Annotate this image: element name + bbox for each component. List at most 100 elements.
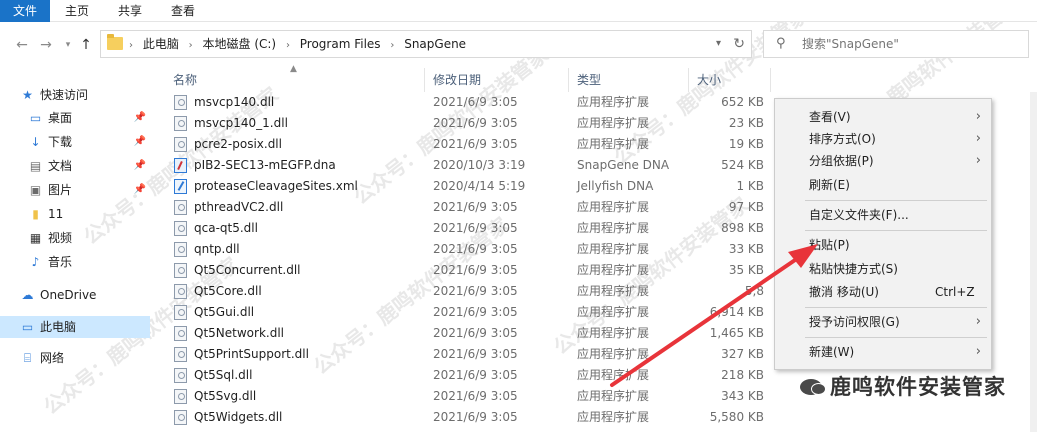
nav-item-documents[interactable]: ▤ 文档 📌	[0, 155, 150, 177]
file-row[interactable]: pIB2-SEC13-mEGFP.dna 2020/10/3 3:19 SnapGe…	[170, 155, 770, 176]
pin-icon[interactable]: 📌	[134, 179, 146, 201]
menu-separator	[805, 200, 987, 201]
folder-icon	[107, 34, 123, 50]
star-icon: ★	[22, 88, 33, 102]
menu-item-new[interactable]: 新建(W) ›	[775, 341, 991, 363]
chevron-right-icon[interactable]: ›	[390, 40, 394, 51]
document-icon: ▤	[29, 159, 42, 173]
column-header-name[interactable]: 名称	[173, 68, 197, 92]
picture-icon: ▣	[29, 183, 42, 197]
chevron-right-icon: ›	[975, 131, 981, 146]
vertical-scrollbar[interactable]	[1030, 92, 1037, 432]
dll-file-icon	[174, 368, 187, 383]
file-row[interactable]: Qt5Core.dll 2021/6/9 3:05 应用程序扩展 5,8	[170, 281, 770, 302]
nav-item-downloads[interactable]: ↓ 下载 📌	[0, 131, 150, 153]
nav-item-onedrive[interactable]: ☁ OneDrive	[0, 284, 150, 306]
nav-item-quick-access[interactable]: ★ 快速访问	[0, 84, 150, 106]
nav-item-pictures[interactable]: ▣ 图片 📌	[0, 179, 150, 201]
nav-item-music[interactable]: ♪ 音乐	[0, 251, 150, 273]
dll-file-icon	[174, 116, 187, 131]
file-row[interactable]: pcre2-posix.dll 2021/6/9 3:05 应用程序扩展 19 KB	[170, 134, 770, 155]
file-row[interactable]: qntp.dll 2021/6/9 3:05 应用程序扩展 33 KB	[170, 239, 770, 260]
breadcrumb: › 此电脑 › 本地磁盘 (C:) › Program Files › Snap…	[129, 31, 472, 57]
nav-item-this-pc[interactable]: ▭ 此电脑	[0, 316, 150, 338]
dll-file-icon	[174, 305, 187, 320]
file-row[interactable]: qca-qt5.dll 2021/6/9 3:05 应用程序扩展 898 KB	[170, 218, 770, 239]
menu-item-customize-folder[interactable]: 自定义文件夹(F)...	[775, 204, 991, 226]
pin-icon[interactable]: 📌	[134, 155, 146, 177]
navigation-pane: ★ 快速访问 ▭ 桌面 📌 ↓ 下载 📌 ▤ 文档 📌 ▣ 图片 📌 ▮ 11 …	[0, 80, 155, 432]
menu-item-sort-by[interactable]: 排序方式(O) ›	[775, 128, 991, 150]
nav-item-videos[interactable]: ▦ 视频	[0, 227, 150, 249]
desktop-icon: ▭	[29, 111, 42, 125]
recent-dropdown-icon[interactable]: ▾	[60, 36, 76, 54]
search-icon: ⚲	[776, 36, 786, 51]
file-row[interactable]: pthreadVC2.dll 2021/6/9 3:05 应用程序扩展 97 KB	[170, 197, 770, 218]
file-row[interactable]: Qt5PrintSupport.dll 2021/6/9 3:05 应用程序扩展 32…	[170, 344, 770, 365]
back-arrow-icon[interactable]: ←	[14, 36, 30, 54]
menu-item-paste-shortcut[interactable]: 粘贴快捷方式(S)	[775, 258, 991, 280]
column-divider[interactable]	[568, 68, 569, 92]
menu-item-refresh[interactable]: 刷新(E)	[775, 174, 991, 196]
menu-item-view[interactable]: 查看(V) ›	[775, 106, 991, 128]
dll-file-icon	[174, 263, 187, 278]
tab-view[interactable]: 查看	[171, 0, 195, 22]
nav-item-network[interactable]: ⌸ 网络	[0, 347, 150, 369]
music-icon: ♪	[31, 255, 40, 269]
menu-item-undo-move[interactable]: 撤消 移动(U) Ctrl+Z	[775, 281, 991, 303]
file-row[interactable]: Qt5Network.dll 2021/6/9 3:05 应用程序扩展 1,465 K…	[170, 323, 770, 344]
breadcrumb-item[interactable]: 本地磁盘 (C:)	[203, 37, 277, 51]
computer-icon: ▭	[21, 320, 34, 334]
file-row[interactable]: Qt5Gui.dll 2021/6/9 3:05 应用程序扩展 6,914 KB	[170, 302, 770, 323]
column-header-size[interactable]: 大小	[697, 68, 721, 92]
jellyfish-file-icon	[174, 179, 187, 194]
breadcrumb-item[interactable]: Program Files	[300, 37, 381, 51]
file-row[interactable]: Qt5Widgets.dll 2021/6/9 3:05 应用程序扩展 5,580 K…	[170, 407, 770, 428]
column-divider[interactable]	[424, 68, 425, 92]
pin-icon[interactable]: 📌	[134, 107, 146, 129]
search-box[interactable]: ⚲	[763, 30, 1029, 58]
tab-file[interactable]: 文件	[0, 0, 50, 22]
ribbon-tabs: 文件 主页 共享 查看	[0, 0, 1037, 22]
file-row[interactable]: Qt5Sql.dll 2021/6/9 3:05 应用程序扩展 218 KB	[170, 365, 770, 386]
file-row[interactable]: Qt5Svg.dll 2021/6/9 3:05 应用程序扩展 343 KB	[170, 386, 770, 407]
menu-separator	[805, 337, 987, 338]
dll-file-icon	[174, 410, 187, 425]
column-header-type[interactable]: 类型	[577, 68, 601, 92]
refresh-icon[interactable]: ↻	[733, 31, 745, 57]
menu-separator	[805, 307, 987, 308]
menu-item-give-access[interactable]: 授予访问权限(G) ›	[775, 311, 991, 333]
folder-icon: ▮	[32, 207, 39, 221]
search-input[interactable]	[802, 35, 1022, 53]
menu-item-group-by[interactable]: 分组依据(P) ›	[775, 150, 991, 172]
breadcrumb-item[interactable]: 此电脑	[143, 37, 179, 51]
nav-item-folder-11[interactable]: ▮ 11	[0, 203, 150, 225]
forward-arrow-icon[interactable]: →	[38, 36, 54, 54]
file-row[interactable]: msvcp140.dll 2021/6/9 3:05 应用程序扩展 652 KB	[170, 92, 770, 113]
file-row[interactable]: proteaseCleavageSites.xml 2020/4/14 5:19 J…	[170, 176, 770, 197]
file-row[interactable]: Qt5Concurrent.dll 2021/6/9 3:05 应用程序扩展 35 K…	[170, 260, 770, 281]
address-dropdown-icon[interactable]: ▾	[716, 31, 721, 57]
address-bar[interactable]: › 此电脑 › 本地磁盘 (C:) › Program Files › Snap…	[100, 30, 752, 58]
tab-share[interactable]: 共享	[118, 0, 142, 22]
pin-icon[interactable]: 📌	[134, 131, 146, 153]
column-divider[interactable]	[688, 68, 689, 92]
menu-separator	[805, 230, 987, 231]
cloud-icon: ☁	[21, 288, 34, 302]
menu-item-paste[interactable]: 粘贴(P)	[775, 234, 991, 256]
breadcrumb-item[interactable]: SnapGene	[404, 37, 466, 51]
tab-home[interactable]: 主页	[65, 0, 89, 22]
context-menu: 查看(V) › 排序方式(O) › 分组依据(P) › 刷新(E) 自定义文件夹(F)…	[774, 98, 992, 370]
video-icon: ▦	[29, 231, 42, 245]
nav-item-desktop[interactable]: ▭ 桌面 📌	[0, 107, 150, 129]
file-row[interactable]: msvcp140_1.dll 2021/6/9 3:05 应用程序扩展 23 KB	[170, 113, 770, 134]
dll-file-icon	[174, 137, 187, 152]
chevron-right-icon[interactable]: ›	[189, 40, 193, 51]
column-divider[interactable]	[770, 68, 771, 92]
column-header-date[interactable]: 修改日期	[433, 68, 481, 92]
chevron-right-icon[interactable]: ›	[286, 40, 290, 51]
dll-file-icon	[174, 389, 187, 404]
chevron-right-icon: ›	[975, 109, 981, 124]
up-arrow-icon[interactable]: ↑	[78, 36, 94, 54]
dll-file-icon	[174, 95, 187, 110]
